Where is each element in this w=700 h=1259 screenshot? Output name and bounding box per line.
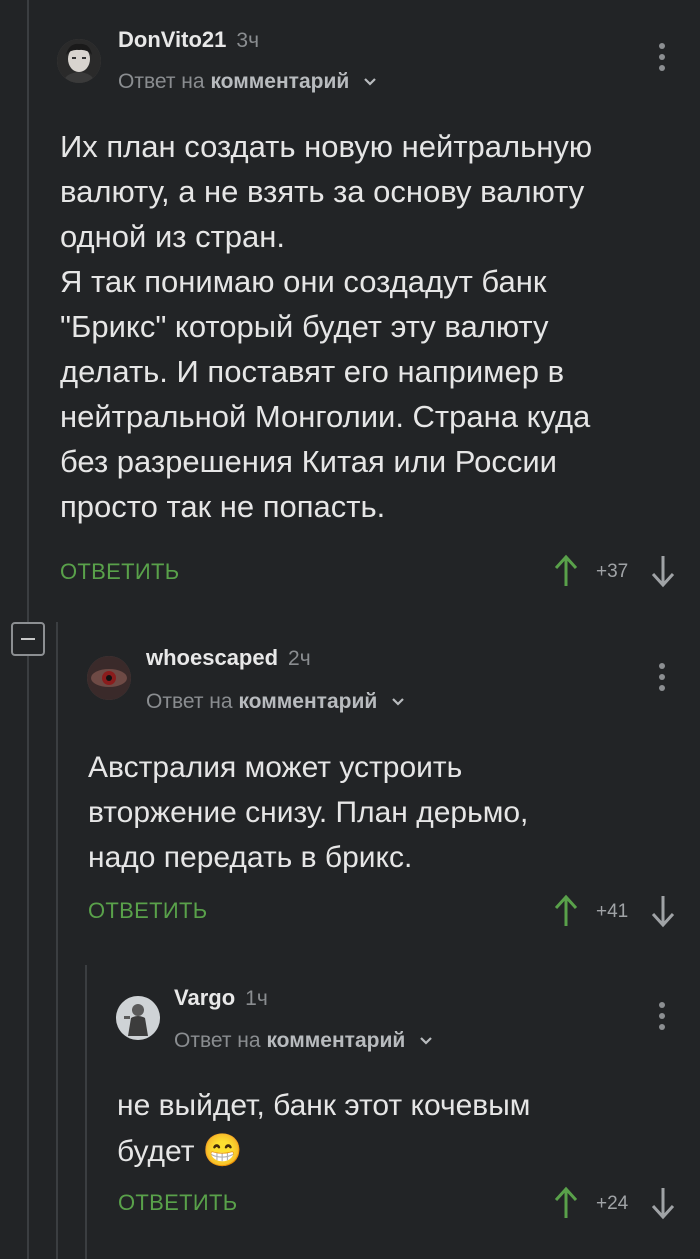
- comment-text-content: не выйдет, банк этот кочевым будет: [117, 1089, 531, 1168]
- grinning-emoji: 😁: [202, 1132, 243, 1168]
- comment-vargo: Vargo 1ч Ответ на комментарий не выйдет, …: [0, 0, 700, 1240]
- arrow-down-icon[interactable]: [650, 1186, 676, 1220]
- more-vertical-icon[interactable]: [652, 999, 672, 1035]
- arrow-up-icon[interactable]: [553, 1186, 579, 1220]
- avatar[interactable]: [116, 996, 160, 1040]
- reply-target[interactable]: комментарий: [266, 1029, 405, 1052]
- chevron-down-icon[interactable]: [419, 1036, 433, 1046]
- comment-text: не выйдет, банк этот кочевым будет 😁: [117, 1083, 677, 1174]
- score: +24: [596, 1193, 629, 1214]
- reply-prefix: Ответ на: [174, 1029, 261, 1052]
- author-name[interactable]: Vargo 1ч: [174, 985, 268, 1011]
- avatar-image: [116, 996, 160, 1040]
- reply-to-link[interactable]: Ответ на комментарий: [174, 1029, 433, 1053]
- reply-button[interactable]: ОТВЕТИТЬ: [118, 1190, 237, 1216]
- comment-time: 1ч: [245, 987, 268, 1010]
- author-username[interactable]: Vargo: [174, 985, 235, 1010]
